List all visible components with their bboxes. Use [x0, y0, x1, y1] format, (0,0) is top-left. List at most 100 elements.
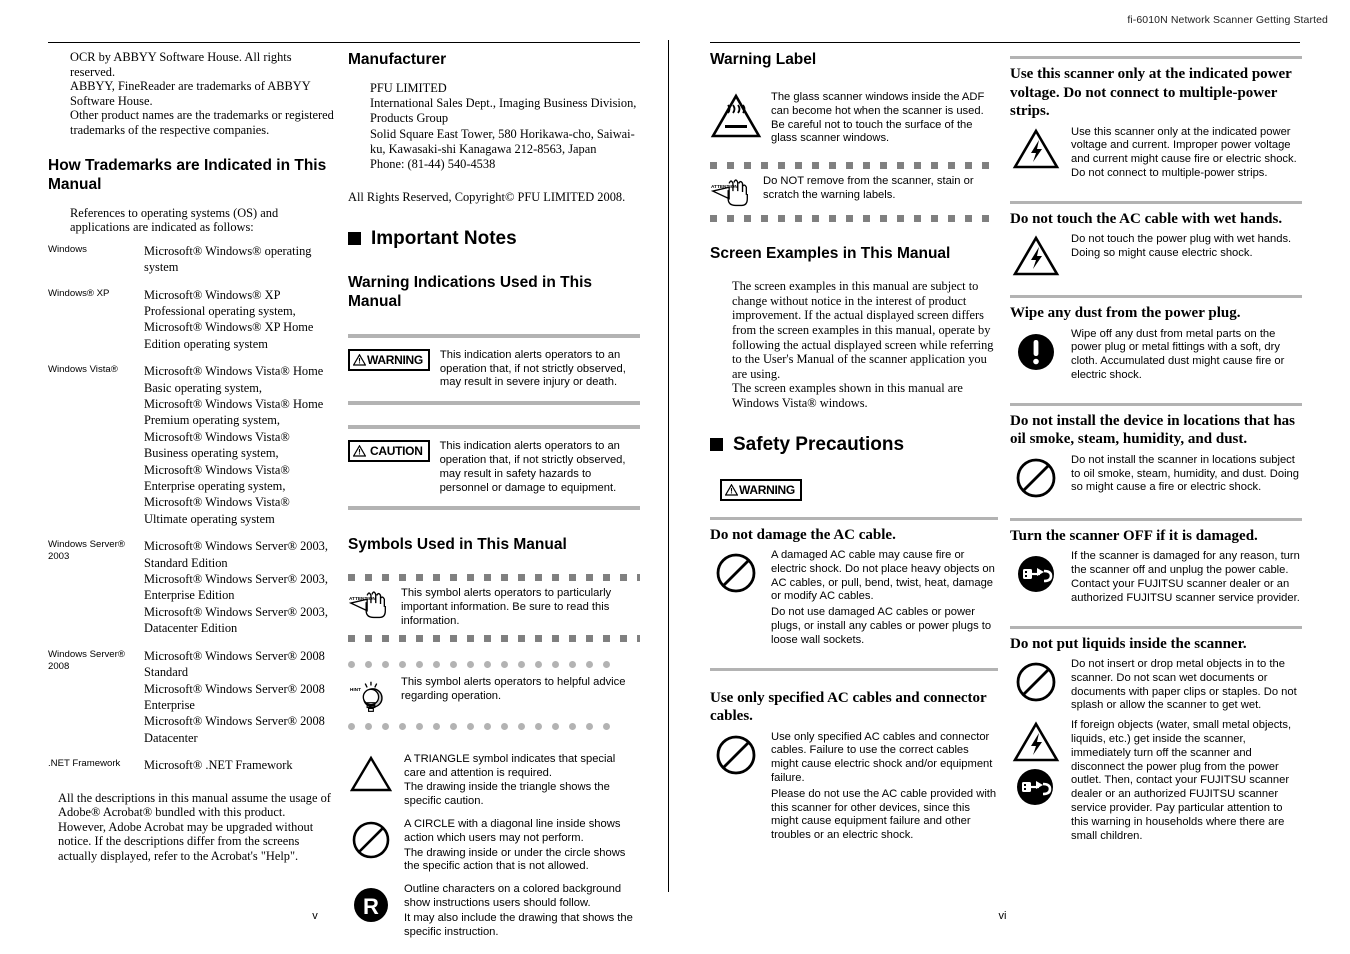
safety-item-text: If the scanner is damaged for any reason… — [1071, 550, 1302, 607]
safety-item-row: If the scanner is damaged for any reason… — [1010, 548, 1302, 609]
grey-divider — [710, 667, 998, 671]
heading-symbols-used: Symbols Used in This Manual — [348, 536, 567, 554]
os-value: Microsoft® Windows® XP Professional oper… — [144, 287, 314, 351]
attention-symbol-row: ATTENTION This symbol alerts operators t… — [348, 585, 640, 630]
grey-divider — [348, 425, 640, 430]
grey-divider — [348, 506, 640, 511]
symbol-line: A CIRCLE with a diagonal line inside sho… — [404, 817, 621, 844]
safety-item-title: Do not put liquids inside the scanner. — [1010, 635, 1247, 652]
safety-item-row: Use only specified AC cables and connect… — [710, 729, 998, 847]
heading-safety-precautions: Safety Precautions — [710, 433, 998, 457]
safety-item-text: Use only specified AC cables and connect… — [771, 731, 998, 845]
table-row: Windows Server® 2008 Microsoft® Windows … — [48, 648, 336, 757]
hot-surface-text: The glass scanner windows inside the ADF… — [771, 91, 985, 145]
attention-hand-icon: ATTENTION — [348, 587, 392, 621]
table-row: Windows Vista® Microsoft® Windows Vista®… — [48, 363, 336, 538]
safety-item-row: Use this scanner only at the indicated p… — [1010, 124, 1302, 185]
screen-examples-text: The screen examples in this manual are s… — [732, 279, 994, 410]
grey-divider — [1010, 625, 1302, 629]
prohibition-circle-icon — [1010, 454, 1062, 500]
svg-text:ATTENTION: ATTENTION — [711, 184, 738, 190]
symbol-line: Outline characters on a colored backgrou… — [404, 883, 622, 909]
exclamation-circle-icon — [1010, 328, 1062, 374]
heading-warning-indications: Warning Indications Used in This Manual — [348, 273, 592, 310]
safety-item-title: Do not touch the AC cable with wet hands… — [1010, 210, 1283, 227]
left-page: OCR by ABBYY Software House. All rights … — [40, 0, 660, 954]
safety-paragraph: If the scanner is damaged for any reason… — [1071, 550, 1300, 604]
electric-shock-triangle-icon — [1012, 721, 1060, 762]
warning-labels-attention-text: Do NOT remove from the scanner, stain or… — [763, 175, 974, 201]
safety-paragraph: Do not touch the power plug with wet han… — [1071, 233, 1292, 259]
heading-important-notes: Important Notes — [348, 227, 640, 251]
os-value: Microsoft® Windows Server® 2008 Standard… — [144, 648, 325, 745]
safety-item-title: Use only specified AC cables and connect… — [710, 689, 987, 725]
safety-item-title: Turn the scanner OFF if it is damaged. — [1010, 527, 1258, 544]
grey-divider — [1010, 402, 1302, 406]
ocr-trademark-notice: OCR by ABBYY Software House. All rights … — [70, 50, 334, 137]
svg-text:ATTENTION: ATTENTION — [349, 597, 376, 603]
hint-dotted-border-bottom — [348, 722, 640, 731]
safety-item-text: Do not insert or drop metal objects in t… — [1071, 658, 1302, 715]
square-bullet-icon — [348, 232, 361, 246]
grey-divider — [1010, 200, 1302, 204]
hint-symbol-text: This symbol alerts operators to helpful … — [401, 675, 626, 702]
hot-surface-row: The glass scanner windows inside the ADF… — [710, 89, 998, 148]
page-number-left: v — [312, 910, 318, 922]
os-value: Microsoft® Windows® operating system — [144, 243, 312, 275]
electric-shock-unplug-icon-group — [1010, 719, 1062, 809]
heading-manufacturer: Manufacturer — [348, 51, 447, 68]
os-value: Microsoft® Windows Vista® Home Basic ope… — [144, 364, 324, 526]
unplug-circle-icon — [1017, 769, 1053, 806]
caution-label-box: CAUTION — [348, 440, 430, 463]
safety-item-title: Wipe any dust from the power plug. — [1010, 305, 1241, 322]
safety-item-title: Do not damage the AC cable. — [710, 526, 896, 543]
safety-item-row: Wipe off any dust from metal parts on th… — [1010, 326, 1302, 387]
hint-symbol-row: HINT This symbol alerts operators to hel… — [348, 674, 640, 718]
warning-triangle-icon — [725, 483, 738, 496]
os-key: .NET Framework — [48, 758, 121, 770]
heading-important-notes-label: Important Notes — [371, 227, 517, 249]
heading-safety-precautions-label: Safety Precautions — [733, 433, 905, 455]
electric-shock-triangle-icon — [1010, 233, 1062, 277]
right-page-column-2: Use this scanner only at the indicated p… — [1010, 50, 1302, 847]
prohibition-circle-icon — [710, 731, 762, 777]
prohibition-circle-icon — [1010, 658, 1062, 704]
acrobat-note: All the descriptions in this manual assu… — [58, 790, 331, 863]
prohibition-circle-icon — [710, 549, 762, 595]
right-page: Warning Label The glass scanner windows … — [695, 0, 1310, 954]
unplug-circle-icon — [1010, 550, 1062, 596]
right-page-column-1: Warning Label The glass scanner windows … — [710, 50, 1010, 847]
attention-dashed-border-bottom — [348, 634, 640, 642]
safety-paragraph: If foreign objects (water, small metal o… — [1071, 719, 1292, 842]
symbol-prohibition-text: A CIRCLE with a diagonal line inside sho… — [404, 818, 640, 875]
os-key: Windows® XP — [48, 287, 110, 299]
heading-warning-label: Warning Label — [710, 51, 817, 68]
os-value: Microsoft® .NET Framework — [144, 758, 293, 773]
manufacturer-address: PFU LIMITED International Sales Dept., I… — [370, 81, 637, 172]
warning-label-box: WARNING — [348, 348, 430, 371]
os-value: Microsoft® Windows Server® 2003, Standar… — [144, 539, 328, 636]
safety-item-text: Wipe off any dust from metal parts on th… — [1071, 328, 1302, 385]
attention-dashed-border-top — [710, 162, 998, 170]
symbol-triangle-text: A TRIANGLE symbol indicates that special… — [404, 753, 640, 810]
triangle-icon — [348, 753, 394, 793]
safety-item-text: Do not touch the power plug with wet han… — [1071, 233, 1302, 263]
safety-item-text: Use this scanner only at the indicated p… — [1071, 126, 1302, 183]
svg-text:HINT: HINT — [350, 687, 361, 693]
prohibition-circle-icon — [348, 818, 394, 860]
warning-triangle-icon — [353, 445, 366, 457]
safety-warning-label-text: WARNING — [739, 482, 795, 497]
left-page-column-1: OCR by ABBYY Software House. All rights … — [48, 50, 348, 945]
caution-definition-row: CAUTION This indication alerts operators… — [348, 436, 640, 499]
safety-paragraph: Do not install the scanner in locations … — [1071, 453, 1299, 494]
os-key: Windows Vista® — [48, 364, 118, 376]
safety-item-title: Do not install the device in locations t… — [1010, 412, 1296, 448]
hot-surface-triangle-icon — [710, 91, 762, 139]
symbol-triangle-row: A TRIANGLE symbol indicates that special… — [348, 750, 640, 815]
safety-item-row-secondary: If foreign objects (water, small metal o… — [1010, 717, 1302, 847]
safety-paragraph: Do not insert or drop metal objects in t… — [1071, 658, 1297, 712]
safety-paragraph: A damaged AC cable may cause fire or ele… — [771, 549, 995, 603]
page-gutter-divider — [668, 40, 669, 892]
os-names-table: Windows Microsoft® Windows® operating sy… — [48, 243, 336, 785]
safety-paragraph: Use this scanner only at the indicated p… — [1071, 125, 1297, 179]
